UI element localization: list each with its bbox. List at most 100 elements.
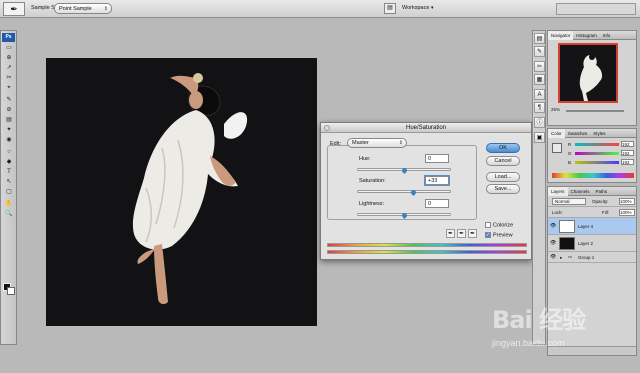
colorize-checkbox[interactable]: Colorize xyxy=(485,222,513,228)
tab-channels[interactable]: Channels xyxy=(568,187,593,196)
group-row[interactable]: 👁 ▸ ▭ Group 1 xyxy=(548,252,636,263)
type-tool-icon[interactable]: T xyxy=(4,169,14,176)
tab-color[interactable]: Color xyxy=(548,129,565,138)
baidu-watermark: Bai 经验 jingyan.baidu.com xyxy=(492,298,632,358)
color-ramp[interactable] xyxy=(552,173,634,178)
tab-styles[interactable]: Styles xyxy=(590,129,608,138)
eyedropper-icon[interactable]: ✒ xyxy=(3,2,25,16)
actions-icon[interactable]: ▦ xyxy=(534,74,545,85)
disclosure-triangle-icon[interactable]: ▸ xyxy=(560,255,562,261)
photoshop-logo[interactable]: Ps xyxy=(2,33,15,42)
marquee-tool-icon[interactable]: ▭ xyxy=(4,45,14,52)
tab-navigator[interactable]: Navigator xyxy=(548,31,574,40)
notes-tool-icon[interactable]: ▢ xyxy=(4,189,14,196)
b-slider[interactable] xyxy=(575,161,619,164)
history-icon[interactable]: ✂ xyxy=(534,61,545,72)
character-icon[interactable]: A xyxy=(534,89,545,100)
blur-tool-icon[interactable]: ✦ xyxy=(4,127,14,134)
tools-palette: Ps ▭ ⊕ ↗ ✂ ⌖ ✎ ⊘ ▤ ✦ ◉ ○ ◆ T ↖ ▢ ✋ 🔍 xyxy=(0,30,17,345)
eyedropper-plus-icon[interactable]: ✒ xyxy=(457,229,466,238)
workspace-menu[interactable]: Workspace ▾ xyxy=(402,5,433,11)
layer-name: Layer 2 xyxy=(578,241,594,246)
eyedropper-icon[interactable]: ✒ xyxy=(446,229,455,238)
eye-icon[interactable]: 👁 xyxy=(550,240,556,246)
fill-field[interactable]: 100% xyxy=(619,209,635,216)
navigator-tabs: Navigator Histogram Info xyxy=(548,31,636,40)
tab-swatches[interactable]: Swatches xyxy=(565,129,591,138)
dodge-tool-icon[interactable]: ◉ xyxy=(4,137,14,144)
preview-checkbox[interactable]: ✓ Preview xyxy=(485,232,513,238)
background-color-swatch[interactable] xyxy=(7,287,15,295)
r-field[interactable]: 192 xyxy=(621,141,634,147)
move-tool-icon[interactable]: ⊕ xyxy=(4,55,14,62)
layer-comps-icon[interactable]: ▣ xyxy=(534,132,545,143)
adjusted-color-bar xyxy=(327,250,527,254)
palette-well[interactable] xyxy=(556,3,636,15)
document-canvas[interactable] xyxy=(46,58,317,326)
folder-icon: ▭ xyxy=(568,254,573,259)
crop-tool-icon[interactable]: ✂ xyxy=(4,75,14,82)
fill-label: Fill: xyxy=(602,210,609,215)
group-name: Group 1 xyxy=(578,255,595,260)
saturation-slider-track[interactable] xyxy=(357,190,451,193)
color-tabs: Color Swatches Styles xyxy=(548,129,636,138)
source-color-bar xyxy=(327,243,527,247)
palette-well-button[interactable]: ▤ xyxy=(384,3,396,14)
load-button[interactable]: Load... xyxy=(486,172,520,182)
brushes-icon[interactable]: ▤ xyxy=(534,33,545,44)
lightness-field[interactable]: 0 xyxy=(425,199,449,208)
save-button[interactable]: Save... xyxy=(486,184,520,194)
slice-tool-icon[interactable]: ⌖ xyxy=(4,85,14,92)
tab-info[interactable]: Info xyxy=(600,31,614,40)
shape-tool-icon[interactable]: ○ xyxy=(4,149,14,156)
cancel-button[interactable]: Cancel xyxy=(486,156,520,166)
tab-histogram[interactable]: Histogram xyxy=(573,31,600,40)
brush-tool-icon[interactable]: ✎ xyxy=(4,97,14,104)
paragraph-icon[interactable]: ¶ xyxy=(534,102,545,113)
b-field[interactable]: 192 xyxy=(621,159,634,165)
sample-size-select[interactable]: Point Sample ⇕ xyxy=(54,3,112,14)
g-field[interactable]: 192 xyxy=(621,150,634,156)
layer-thumbnail xyxy=(559,237,575,250)
lasso-tool-icon[interactable]: ↗ xyxy=(4,65,14,72)
navigator-palette: Navigator Histogram Info 25% xyxy=(547,30,637,126)
opacity-field[interactable]: 100% xyxy=(619,198,635,205)
g-slider[interactable] xyxy=(575,152,619,155)
zoom-tool-icon[interactable]: 🔍 xyxy=(4,211,14,218)
blend-mode-select[interactable]: Normal xyxy=(552,198,586,205)
layer-row[interactable]: 👁 Layer 4 xyxy=(548,218,636,235)
blend-options-row: Normal Opacity: 100% xyxy=(548,196,636,207)
edit-select[interactable]: Master ⇕ xyxy=(347,138,407,148)
layer-row[interactable]: 👁 Layer 2 xyxy=(548,235,636,252)
lightness-label: Lightness: xyxy=(359,201,385,207)
path-select-tool-icon[interactable]: ↖ xyxy=(4,179,14,186)
close-button[interactable] xyxy=(324,125,330,131)
gradient-tool-icon[interactable]: ▤ xyxy=(4,117,14,124)
saturation-field[interactable]: +33 xyxy=(424,175,450,186)
ok-button[interactable]: OK xyxy=(486,143,520,153)
eye-icon[interactable]: 👁 xyxy=(550,254,556,260)
eye-icon[interactable]: 👁 xyxy=(550,223,556,229)
g-label: G xyxy=(568,151,572,156)
navigator-zoom-value[interactable]: 25% xyxy=(551,107,560,112)
edit-label: Edit: xyxy=(330,141,342,147)
navigator-thumbnail[interactable] xyxy=(558,43,618,103)
layer-thumbnail xyxy=(559,220,575,233)
eyedropper-minus-icon[interactable]: ✒ xyxy=(468,229,477,238)
preview-label: Preview xyxy=(493,232,513,239)
tab-layers[interactable]: Layers xyxy=(548,187,568,196)
eraser-tool-icon[interactable]: ⊘ xyxy=(4,107,14,114)
chevron-down-icon: ⇕ xyxy=(103,6,108,12)
r-slider[interactable] xyxy=(575,143,619,146)
navigator-zoom-slider[interactable] xyxy=(566,110,624,112)
hand-tool-icon[interactable]: ✋ xyxy=(4,201,14,208)
options-bar: ✒ Sample Size: Point Sample ⇕ ▤ Workspac… xyxy=(0,0,640,18)
tool-presets-icon[interactable]: ✎ xyxy=(534,46,545,57)
pen-tool-icon[interactable]: ◆ xyxy=(4,159,14,166)
color-swatch[interactable] xyxy=(552,143,562,153)
tab-paths[interactable]: Paths xyxy=(593,187,611,196)
checkbox-icon xyxy=(485,222,491,228)
hue-saturation-dialog: Hue/Saturation Edit: Master ⇕ Hue: 0 Sat… xyxy=(320,122,532,260)
info-icon[interactable]: ⓘ xyxy=(534,117,545,128)
hue-field[interactable]: 0 xyxy=(425,154,449,163)
